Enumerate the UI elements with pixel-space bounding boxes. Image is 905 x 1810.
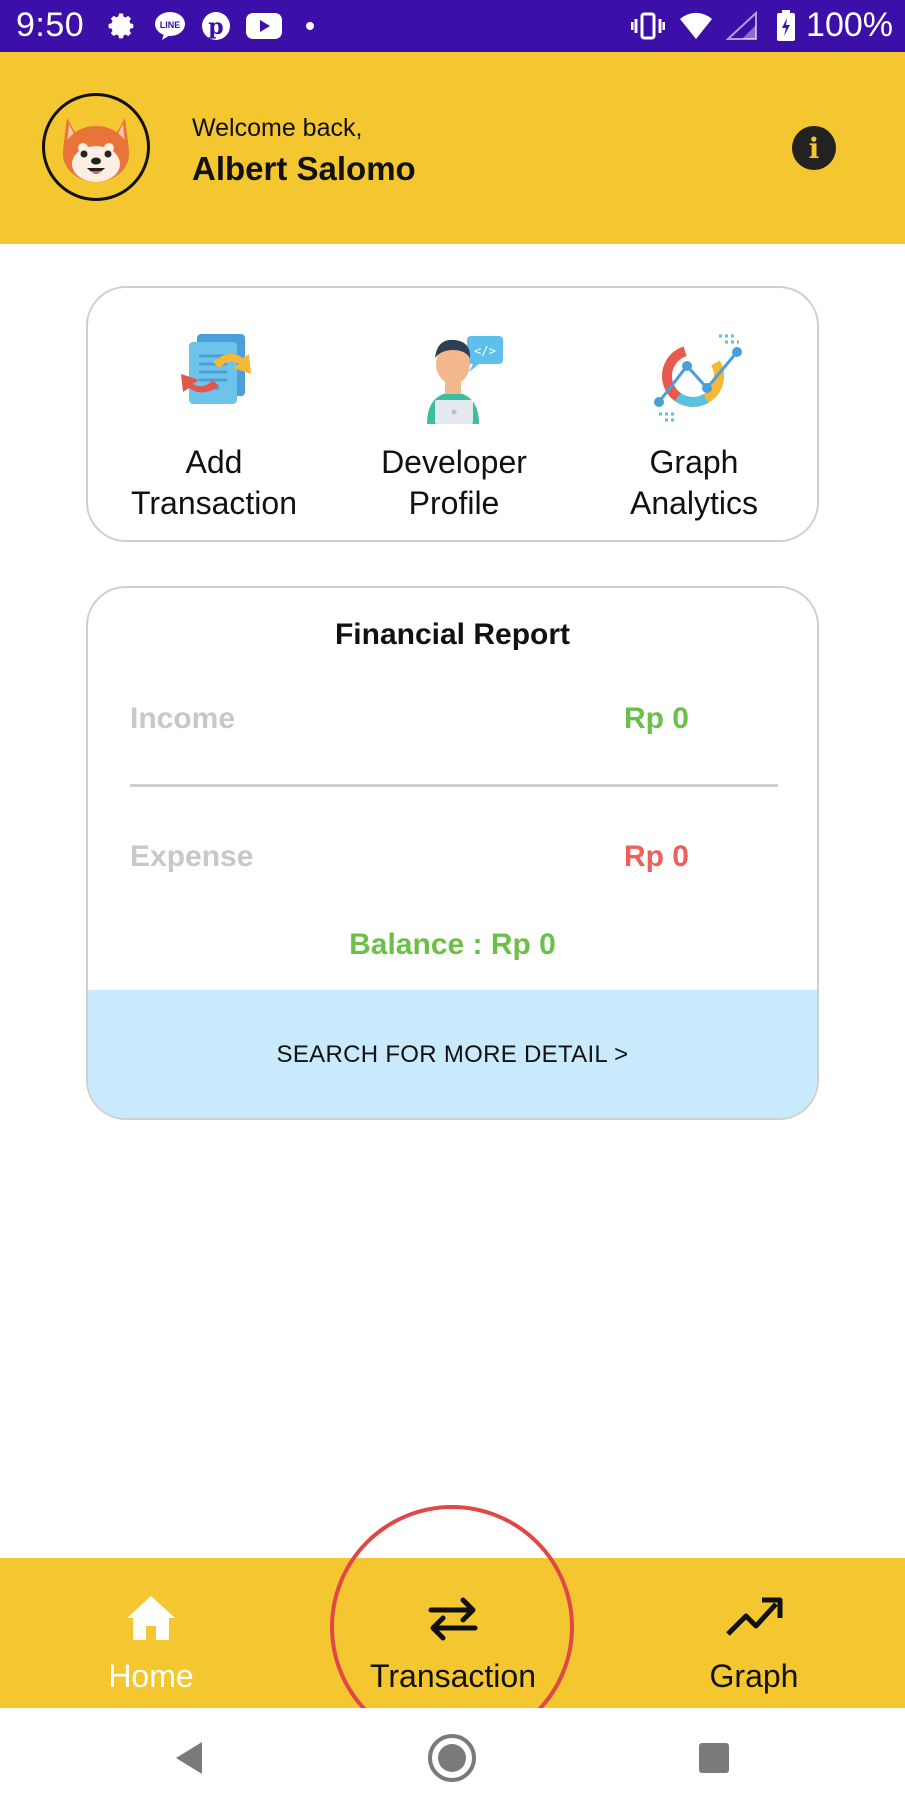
recents-square-icon: [699, 1743, 729, 1773]
divider: [130, 784, 778, 787]
financial-report-card: Financial Report Income Rp 0 Expense Rp …: [86, 586, 819, 1120]
wifi-icon: [678, 8, 714, 44]
nav-label-graph: Graph: [709, 1658, 799, 1694]
add-transaction-icon: [181, 334, 251, 404]
nav-item-graph[interactable]: Graph: [603, 1558, 905, 1708]
expense-value: Rp 0: [623, 840, 689, 873]
back-button[interactable]: [162, 1730, 218, 1786]
avatar[interactable]: [42, 93, 150, 201]
add-transaction-label: Add Transaction: [94, 442, 334, 524]
menu-label-line: Profile: [408, 485, 500, 521]
menu-label-line: Add: [185, 444, 243, 480]
home-circle-icon: [428, 1734, 476, 1782]
nav-item-transaction[interactable]: Transaction: [302, 1558, 604, 1708]
menu-label-line: Transaction: [131, 485, 297, 521]
battery-icon: [772, 8, 800, 44]
svg-text:</>: </>: [474, 344, 496, 358]
income-label: Income: [130, 702, 236, 735]
income-value: Rp 0: [623, 702, 689, 735]
nav-item-home[interactable]: Home: [0, 1558, 302, 1708]
developer-profile-button[interactable]: </> Developer Profile: [334, 288, 574, 540]
recents-button[interactable]: [686, 1730, 742, 1786]
battery-percentage: 100%: [806, 6, 893, 44]
developer-profile-label: Developer Profile: [334, 442, 574, 524]
info-button[interactable]: i: [792, 126, 836, 170]
vibrate-icon: [630, 8, 666, 44]
settings-icon: [104, 8, 140, 44]
app-header: Welcome back, Albert Salomo i: [0, 52, 905, 244]
bottom-navigation: Home Transaction Graph: [0, 1558, 905, 1708]
nav-label-home: Home: [108, 1658, 194, 1694]
welcome-text: Welcome back,: [192, 114, 363, 142]
home-icon: [127, 1596, 175, 1640]
back-triangle-icon: [176, 1742, 202, 1774]
add-transaction-button[interactable]: Add Transaction: [94, 288, 334, 540]
menu-label-line: Developer: [381, 444, 527, 480]
signal-icon: [724, 8, 760, 44]
nav-label-transaction: Transaction: [370, 1658, 536, 1694]
menu-label-line: Analytics: [629, 485, 759, 521]
report-title: Financial Report: [334, 618, 571, 651]
system-navigation-bar: [0, 1708, 905, 1810]
status-bar: 9:50 LINE p 100%: [0, 0, 905, 52]
search-more-detail-button[interactable]: SEARCH FOR MORE DETAIL >: [88, 990, 817, 1118]
expense-label: Expense: [130, 840, 254, 873]
info-icon: i: [808, 131, 820, 165]
line-icon: LINE: [152, 8, 188, 44]
dot-icon: [292, 8, 328, 44]
graph-analytics-icon: [654, 334, 742, 422]
balance-text: Balance : Rp 0: [349, 928, 556, 961]
pinterest-icon: p: [198, 8, 234, 44]
shiba-dog-icon: [63, 118, 129, 182]
swap-arrows-icon: [428, 1597, 478, 1641]
quick-menu-card: Add Transaction </> Developer Profile Gr…: [86, 286, 819, 542]
developer-profile-icon: </>: [427, 336, 503, 424]
user-name: Albert Salomo: [192, 150, 416, 187]
status-time: 9:50: [16, 6, 85, 44]
home-system-button[interactable]: [424, 1730, 480, 1786]
graph-analytics-button[interactable]: Graph Analytics: [574, 288, 814, 540]
youtube-icon: [244, 8, 284, 44]
svg-text:LINE: LINE: [160, 20, 181, 30]
trending-up-icon: [726, 1597, 783, 1636]
svg-text:p: p: [208, 14, 223, 40]
menu-label-line: Graph: [649, 444, 739, 480]
graph-analytics-label: Graph Analytics: [574, 442, 814, 524]
